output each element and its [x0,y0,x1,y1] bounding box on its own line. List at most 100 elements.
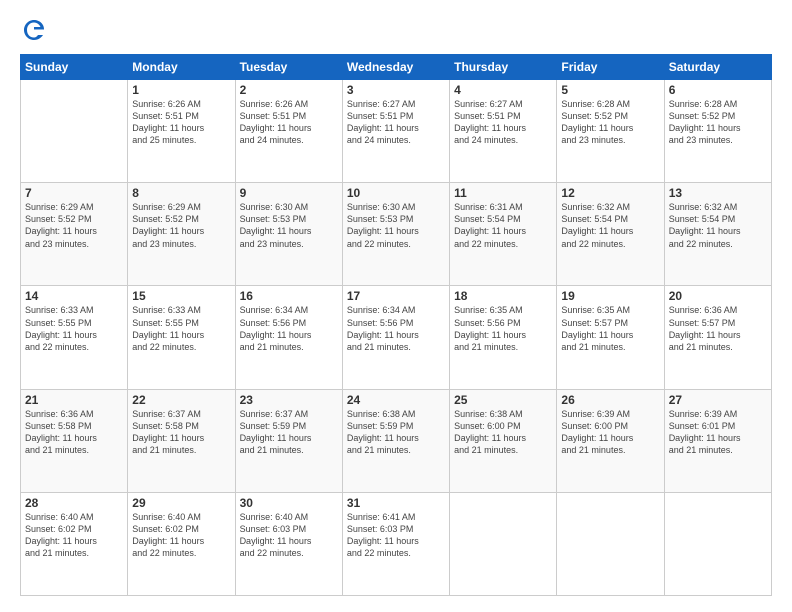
calendar-week-row: 28Sunrise: 6:40 AM Sunset: 6:02 PM Dayli… [21,492,772,595]
calendar-header-thursday: Thursday [450,55,557,80]
day-info: Sunrise: 6:26 AM Sunset: 5:51 PM Dayligh… [132,98,230,147]
logo-icon [20,16,48,44]
calendar-week-row: 21Sunrise: 6:36 AM Sunset: 5:58 PM Dayli… [21,389,772,492]
day-number: 12 [561,186,659,200]
day-number: 3 [347,83,445,97]
day-info: Sunrise: 6:37 AM Sunset: 5:59 PM Dayligh… [240,408,338,457]
calendar-cell: 12Sunrise: 6:32 AM Sunset: 5:54 PM Dayli… [557,183,664,286]
day-info: Sunrise: 6:30 AM Sunset: 5:53 PM Dayligh… [240,201,338,250]
calendar-cell: 1Sunrise: 6:26 AM Sunset: 5:51 PM Daylig… [128,80,235,183]
calendar-header-friday: Friday [557,55,664,80]
calendar-cell: 9Sunrise: 6:30 AM Sunset: 5:53 PM Daylig… [235,183,342,286]
calendar-table: SundayMondayTuesdayWednesdayThursdayFrid… [20,54,772,596]
calendar-header-row: SundayMondayTuesdayWednesdayThursdayFrid… [21,55,772,80]
day-info: Sunrise: 6:28 AM Sunset: 5:52 PM Dayligh… [561,98,659,147]
calendar-week-row: 7 Sunrise: 6:29 AM Sunset: 5:52 PM Daylig… [21,183,772,286]
day-info: Sunrise: 6:27 AM Sunset: 5:51 PM Dayligh… [347,98,445,147]
day-number: 2 [240,83,338,97]
day-number: 14 [25,289,123,303]
day-info: Sunrise: 6:36 AM Sunset: 5:58 PM Dayligh… [25,408,123,457]
day-info: Sunrise: 6:32 AM Sunset: 5:54 PM Dayligh… [561,201,659,250]
day-number: 10 [347,186,445,200]
day-number: 9 [240,186,338,200]
calendar-header-tuesday: Tuesday [235,55,342,80]
calendar-cell: 17Sunrise: 6:34 AM Sunset: 5:56 PM Dayli… [342,286,449,389]
calendar-cell: 21Sunrise: 6:36 AM Sunset: 5:58 PM Dayli… [21,389,128,492]
day-info: Sunrise: 6:29 AM Sunset: 5:52 PM Dayligh… [132,201,230,250]
calendar-cell [21,80,128,183]
day-info: Sunrise: 6:36 AM Sunset: 5:57 PM Dayligh… [669,304,767,353]
day-info: Sunrise: 6:41 AM Sunset: 6:03 PM Dayligh… [347,511,445,560]
day-number: 27 [669,393,767,407]
day-info: Sunrise: 6:39 AM Sunset: 6:00 PM Dayligh… [561,408,659,457]
calendar-cell: 30Sunrise: 6:40 AM Sunset: 6:03 PM Dayli… [235,492,342,595]
calendar-cell: 4Sunrise: 6:27 AM Sunset: 5:51 PM Daylig… [450,80,557,183]
day-number: 18 [454,289,552,303]
calendar-cell: 13Sunrise: 6:32 AM Sunset: 5:54 PM Dayli… [664,183,771,286]
day-info: Sunrise: 6:38 AM Sunset: 5:59 PM Dayligh… [347,408,445,457]
day-info: Sunrise: 6:27 AM Sunset: 5:51 PM Dayligh… [454,98,552,147]
day-info: Sunrise: 6:38 AM Sunset: 6:00 PM Dayligh… [454,408,552,457]
calendar-cell: 24Sunrise: 6:38 AM Sunset: 5:59 PM Dayli… [342,389,449,492]
day-number: 26 [561,393,659,407]
day-number: 28 [25,496,123,510]
calendar-cell: 18Sunrise: 6:35 AM Sunset: 5:56 PM Dayli… [450,286,557,389]
calendar-cell: 10Sunrise: 6:30 AM Sunset: 5:53 PM Dayli… [342,183,449,286]
day-number: 24 [347,393,445,407]
day-info: Sunrise: 6:40 AM Sunset: 6:02 PM Dayligh… [25,511,123,560]
calendar-cell: 20Sunrise: 6:36 AM Sunset: 5:57 PM Dayli… [664,286,771,389]
day-info: Sunrise: 6:40 AM Sunset: 6:02 PM Dayligh… [132,511,230,560]
calendar-cell [450,492,557,595]
day-number: 31 [347,496,445,510]
day-number: 15 [132,289,230,303]
calendar-header-saturday: Saturday [664,55,771,80]
day-number: 1 [132,83,230,97]
day-number: 19 [561,289,659,303]
calendar-cell: 19Sunrise: 6:35 AM Sunset: 5:57 PM Dayli… [557,286,664,389]
day-number: 21 [25,393,123,407]
calendar-week-row: 1Sunrise: 6:26 AM Sunset: 5:51 PM Daylig… [21,80,772,183]
calendar-cell: 11Sunrise: 6:31 AM Sunset: 5:54 PM Dayli… [450,183,557,286]
calendar-cell [664,492,771,595]
calendar-cell: 16Sunrise: 6:34 AM Sunset: 5:56 PM Dayli… [235,286,342,389]
day-number: 5 [561,83,659,97]
day-number: 20 [669,289,767,303]
calendar-cell: 26Sunrise: 6:39 AM Sunset: 6:00 PM Dayli… [557,389,664,492]
day-info: Sunrise: 6:31 AM Sunset: 5:54 PM Dayligh… [454,201,552,250]
calendar-week-row: 14Sunrise: 6:33 AM Sunset: 5:55 PM Dayli… [21,286,772,389]
day-number: 17 [347,289,445,303]
day-info: Sunrise: 6:30 AM Sunset: 5:53 PM Dayligh… [347,201,445,250]
day-number: 4 [454,83,552,97]
day-number: 30 [240,496,338,510]
day-info: Sunrise: 6:34 AM Sunset: 5:56 PM Dayligh… [347,304,445,353]
calendar-cell: 31Sunrise: 6:41 AM Sunset: 6:03 PM Dayli… [342,492,449,595]
day-number: 7 [25,186,123,200]
header [20,16,772,44]
calendar-cell: 25Sunrise: 6:38 AM Sunset: 6:00 PM Dayli… [450,389,557,492]
day-number: 23 [240,393,338,407]
calendar-cell: 2Sunrise: 6:26 AM Sunset: 5:51 PM Daylig… [235,80,342,183]
day-info: Sunrise: 6:28 AM Sunset: 5:52 PM Dayligh… [669,98,767,147]
day-number: 6 [669,83,767,97]
day-info: Sunrise: 6:37 AM Sunset: 5:58 PM Dayligh… [132,408,230,457]
calendar-cell: 5Sunrise: 6:28 AM Sunset: 5:52 PM Daylig… [557,80,664,183]
day-number: 13 [669,186,767,200]
day-info: Sunrise: 6:35 AM Sunset: 5:57 PM Dayligh… [561,304,659,353]
calendar-cell: 6Sunrise: 6:28 AM Sunset: 5:52 PM Daylig… [664,80,771,183]
day-info: Sunrise: 6:40 AM Sunset: 6:03 PM Dayligh… [240,511,338,560]
calendar-cell: 29Sunrise: 6:40 AM Sunset: 6:02 PM Dayli… [128,492,235,595]
calendar-cell: 27Sunrise: 6:39 AM Sunset: 6:01 PM Dayli… [664,389,771,492]
calendar-header-sunday: Sunday [21,55,128,80]
day-number: 29 [132,496,230,510]
logo [20,16,52,44]
calendar-cell: 3Sunrise: 6:27 AM Sunset: 5:51 PM Daylig… [342,80,449,183]
day-number: 16 [240,289,338,303]
calendar-cell: 28Sunrise: 6:40 AM Sunset: 6:02 PM Dayli… [21,492,128,595]
page: SundayMondayTuesdayWednesdayThursdayFrid… [0,0,792,612]
calendar-cell: 23Sunrise: 6:37 AM Sunset: 5:59 PM Dayli… [235,389,342,492]
calendar-header-wednesday: Wednesday [342,55,449,80]
calendar-header-monday: Monday [128,55,235,80]
day-number: 11 [454,186,552,200]
day-number: 22 [132,393,230,407]
day-info: Sunrise: 6:32 AM Sunset: 5:54 PM Dayligh… [669,201,767,250]
